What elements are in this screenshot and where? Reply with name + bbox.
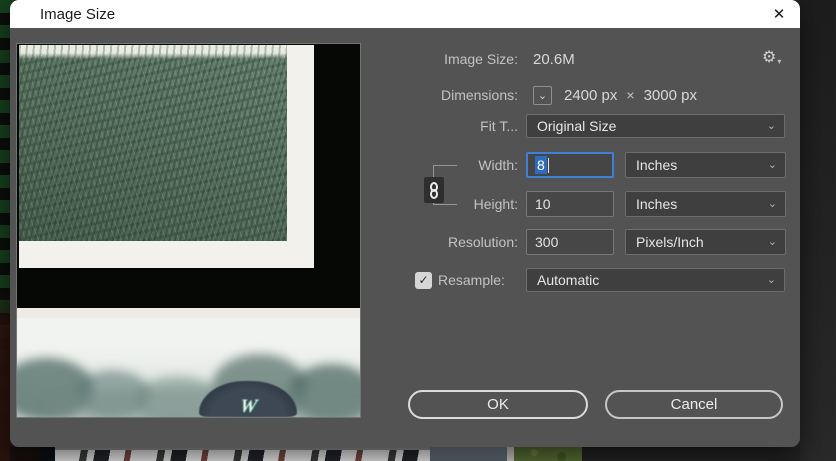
- dimensions-height-value: 3000 px: [643, 86, 697, 104]
- chevron-down-icon: ⌄: [767, 236, 777, 249]
- row-fit-to: Fit T... Original Size ⌄: [423, 114, 785, 138]
- check-icon: ✓: [418, 273, 429, 287]
- width-value: 8: [535, 156, 547, 174]
- chevron-down-icon: ⌄: [766, 274, 776, 287]
- width-unit-dropdown[interactable]: Inches ⌄: [625, 152, 786, 178]
- cap-logo: W: [238, 396, 258, 417]
- backdrop-segment: [40, 447, 55, 461]
- dimensions-width-value: 2400 px: [564, 86, 618, 104]
- dialog-titlebar[interactable]: Image Size ✕: [10, 0, 800, 28]
- chevron-down-icon: ⌄: [537, 89, 548, 102]
- dimensions-times: ×: [626, 87, 635, 103]
- ok-button[interactable]: OK: [408, 390, 588, 419]
- image-preview-canvas[interactable]: W: [16, 43, 361, 418]
- row-resolution: Resolution: 300 Pixels/Inch ⌄: [423, 229, 786, 255]
- height-unit-value: Inches: [636, 196, 678, 212]
- close-icon[interactable]: ✕: [768, 3, 790, 25]
- backdrop-segment: [507, 447, 514, 461]
- preview-cream-band: [17, 308, 360, 318]
- row-resample: ✓ Resample: Automatic ⌄: [415, 268, 785, 292]
- backdrop-segment: [430, 447, 507, 461]
- preview-chalk-line: [19, 45, 287, 59]
- backdrop-team-photo: [55, 447, 430, 461]
- width-unit-value: Inches: [636, 157, 678, 173]
- ok-button-label: OK: [487, 396, 509, 413]
- fit-to-value: Original Size: [537, 118, 617, 134]
- options-menu-button[interactable]: ⚙ ▾: [762, 48, 781, 68]
- chevron-down-icon: ⌄: [767, 159, 777, 172]
- height-value: 10: [535, 196, 551, 212]
- canvas-backdrop-bottom: [10, 447, 800, 461]
- dimensions-label: Dimensions:: [440, 87, 518, 103]
- width-input[interactable]: 8: [526, 152, 614, 178]
- dialog-title: Image Size: [40, 5, 116, 23]
- width-label: Width:: [478, 157, 518, 173]
- backdrop-foliage: [514, 447, 582, 461]
- image-size-dialog: Image Size ✕ W Image Size: 20.6M ⚙ ▾ Dim…: [10, 0, 800, 447]
- cancel-button[interactable]: Cancel: [605, 390, 783, 419]
- chevron-down-icon: ⌄: [767, 198, 777, 211]
- preview-white-column: [287, 45, 314, 268]
- height-input[interactable]: 10: [526, 191, 614, 217]
- dimensions-values: 2400 px × 3000 px: [564, 87, 697, 104]
- preview-grass-photo: [19, 45, 287, 241]
- resample-value: Automatic: [537, 272, 600, 288]
- fit-to-label: Fit T...: [480, 118, 518, 134]
- row-width: Width: 8 Inches ⌄: [423, 152, 786, 178]
- text-caret: [547, 157, 549, 173]
- backdrop-segment: [582, 447, 800, 461]
- resolution-input[interactable]: 300: [526, 229, 614, 255]
- row-dimensions: Dimensions: ⌄ 2400 px × 3000 px: [423, 84, 697, 106]
- resolution-value: 300: [535, 234, 559, 250]
- gear-caret-icon: ▾: [777, 57, 782, 66]
- resolution-label: Resolution:: [447, 234, 518, 250]
- screen: Image Size ✕ W Image Size: 20.6M ⚙ ▾ Dim…: [0, 0, 836, 461]
- height-label: Height:: [473, 196, 518, 212]
- backdrop-segment: [10, 447, 40, 461]
- height-unit-dropdown[interactable]: Inches ⌄: [625, 191, 786, 217]
- resample-dropdown[interactable]: Automatic ⌄: [526, 268, 785, 292]
- resolution-unit-value: Pixels/Inch: [636, 234, 704, 250]
- image-size-value: 20.6M: [533, 50, 575, 68]
- resample-label: Resample:: [438, 272, 505, 288]
- fit-to-dropdown[interactable]: Original Size ⌄: [526, 114, 785, 138]
- canvas-backdrop-right: [800, 0, 836, 461]
- dimensions-unit-dropdown[interactable]: ⌄: [533, 85, 552, 105]
- cancel-button-label: Cancel: [670, 396, 718, 413]
- preview-portrait-photo: W: [17, 318, 360, 417]
- gear-icon: ⚙: [762, 49, 777, 66]
- row-height: Height: 10 Inches ⌄: [423, 191, 786, 217]
- row-image-size: Image Size: 20.6M: [423, 50, 575, 68]
- chevron-down-icon: ⌄: [766, 120, 776, 133]
- image-size-label: Image Size:: [444, 51, 518, 67]
- resample-checkbox[interactable]: ✓: [415, 271, 432, 289]
- resolution-unit-dropdown[interactable]: Pixels/Inch ⌄: [625, 229, 786, 255]
- preview-cream-band: [19, 241, 314, 268]
